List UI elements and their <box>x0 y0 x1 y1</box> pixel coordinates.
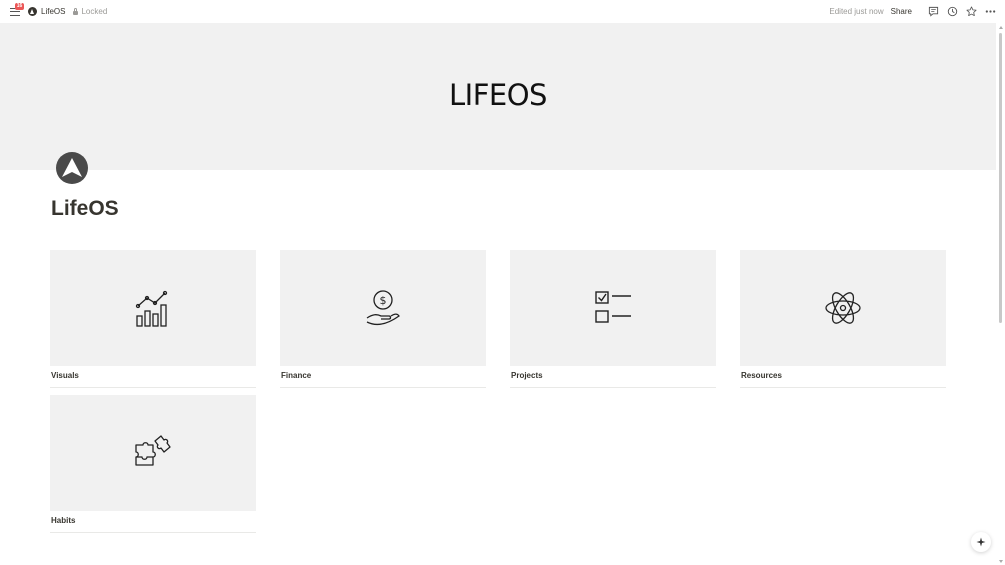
more-icon <box>985 10 995 13</box>
lock-icon <box>73 7 79 15</box>
more-options-button[interactable] <box>983 5 997 19</box>
locked-indicator[interactable]: Locked <box>73 7 107 16</box>
checklist-icon <box>595 291 631 323</box>
card-thumbnail <box>740 250 946 366</box>
gallery-card-resources[interactable]: Resources <box>740 250 946 388</box>
locked-label: Locked <box>81 7 108 16</box>
gallery-card-projects[interactable]: Projects <box>510 250 716 388</box>
card-label: Resources <box>740 366 946 388</box>
edited-status: Edited just now <box>829 7 884 16</box>
scrollbar-thumb[interactable] <box>999 33 1002 323</box>
card-thumbnail: $ <box>280 250 486 366</box>
page-icon[interactable] <box>56 152 88 184</box>
card-thumbnail <box>510 250 716 366</box>
share-button[interactable]: Share <box>891 7 912 16</box>
ai-assist-button[interactable] <box>971 532 991 552</box>
lifeos-logo-icon <box>56 152 88 184</box>
chart-growth-icon <box>135 290 168 327</box>
star-icon <box>966 6 976 17</box>
card-label: Projects <box>510 366 716 388</box>
page-cover: LIFEOS <box>0 23 996 170</box>
sparkle-icon <box>976 537 986 547</box>
notification-badge: 16 <box>15 2 24 10</box>
card-label: Habits <box>50 511 256 533</box>
atom-icon <box>825 292 861 324</box>
card-label: Finance <box>280 366 486 388</box>
breadcrumb-title: LifeOS <box>41 7 66 16</box>
scroll-down-arrow[interactable] <box>999 560 1003 563</box>
gallery-card-visuals[interactable]: Visuals <box>50 250 256 388</box>
card-thumbnail <box>50 395 256 511</box>
sidebar-toggle-button[interactable]: 16 <box>8 2 24 19</box>
comments-button[interactable] <box>926 5 940 19</box>
puzzle-icon <box>135 435 171 466</box>
scrollbar[interactable] <box>998 23 1005 565</box>
scroll-up-arrow[interactable] <box>999 26 1003 29</box>
topbar: 16 LifeOS Locked Edited just now Share <box>0 0 1005 23</box>
lifeos-logo-icon <box>28 7 37 16</box>
gallery-card-habits[interactable]: Habits <box>50 395 256 533</box>
money-hand-icon: $ <box>366 290 400 326</box>
card-label: Visuals <box>50 366 256 388</box>
svg-text:$: $ <box>380 294 387 307</box>
page-title[interactable]: LifeOS <box>51 197 119 221</box>
clock-icon <box>947 6 957 17</box>
comment-icon <box>928 6 938 17</box>
favorite-button[interactable] <box>964 5 978 19</box>
gallery-card-finance[interactable]: $ Finance <box>280 250 486 388</box>
updates-button[interactable] <box>945 5 959 19</box>
cover-title: LIFEOS <box>449 78 547 112</box>
card-thumbnail <box>50 250 256 366</box>
breadcrumb[interactable]: LifeOS <box>28 7 65 16</box>
